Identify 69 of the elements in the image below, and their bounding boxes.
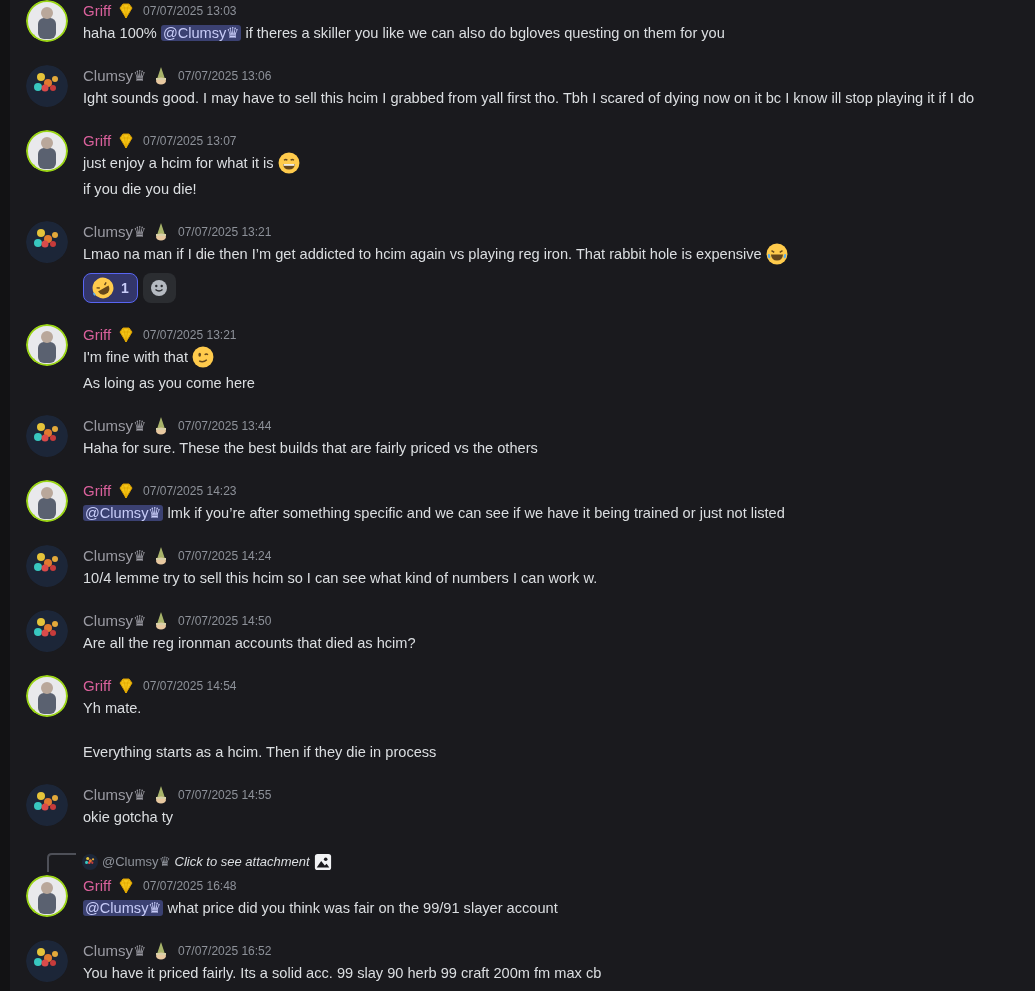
author-name[interactable]: Griff xyxy=(83,0,112,23)
author-name[interactable]: Clumsy♛ xyxy=(83,220,146,244)
reply-line xyxy=(46,850,78,874)
avatar xyxy=(26,130,68,172)
avatar xyxy=(26,940,68,982)
small-avatar xyxy=(82,854,98,870)
timestamp: 07/07/2025 14:50 xyxy=(178,613,272,630)
message-text: Lmao na man if I die then I’m get addicted to hcim again vs playing reg iron. That rabbit hole is expensive xyxy=(83,243,1035,265)
timestamp: 07/07/2025 14:55 xyxy=(178,787,272,804)
timestamp: 07/07/2025 16:48 xyxy=(143,878,237,895)
avatar xyxy=(26,65,68,107)
timestamp: 07/07/2025 14:23 xyxy=(143,483,237,500)
avatar xyxy=(26,610,68,652)
reply-preview[interactable]: Click to see attachment xyxy=(174,852,310,872)
grinning-face-icon xyxy=(277,152,300,174)
avatar xyxy=(26,480,68,522)
image-icon xyxy=(313,853,332,871)
message-text: Yh mate. Everything starts as a hcim. Then if they die in process xyxy=(83,699,438,762)
avatar xyxy=(26,0,68,42)
author-name[interactable]: Clumsy♛ xyxy=(83,939,146,963)
author-name[interactable]: Griff xyxy=(83,674,112,698)
reaction-button[interactable]: 1 xyxy=(83,273,138,303)
avatar xyxy=(26,545,68,587)
avatar xyxy=(26,675,68,717)
avatar xyxy=(26,221,68,263)
message-text: Ight sounds good. I may have to sell this hcim I grabbed from yall first tho. Tbh I scared of dying now on it bc I know ill stop playing it if I do xyxy=(83,89,976,108)
author-name[interactable]: Clumsy♛ xyxy=(83,609,146,633)
timestamp: 07/07/2025 16:52 xyxy=(178,943,272,960)
rolling-laughing-face-icon xyxy=(92,277,114,299)
avatar xyxy=(26,784,68,826)
message-text: Haha for sure. These the best builds that are fairly priced vs the others xyxy=(83,439,539,458)
message-text: Are all the reg ironman accounts that died as hcim? xyxy=(83,634,417,653)
author-name[interactable]: Griff xyxy=(83,479,112,503)
avatar xyxy=(26,324,68,366)
message-text: haha 100% @Clumsy♛ if theres a skiller you like we can also do bgloves questing on them for you xyxy=(83,24,726,43)
avatar xyxy=(26,875,68,917)
author-name[interactable]: Griff xyxy=(83,129,112,153)
message-text: You have it priced fairly. Its a solid acc. 99 slay 90 herb 99 craft 200m fm max cb xyxy=(83,964,603,983)
reply-author[interactable]: @Clumsy♛ xyxy=(102,852,171,872)
author-name[interactable]: Clumsy♛ xyxy=(83,544,146,568)
author-name[interactable]: Clumsy♛ xyxy=(83,64,146,88)
message-text: @Clumsy♛ lmk if you’re after something specific and we can see if we have it being trained or just not listed xyxy=(83,504,786,523)
avatar xyxy=(26,415,68,457)
message-text: okie gotcha ty xyxy=(83,808,175,827)
message-text: As loing as you come here xyxy=(83,374,256,393)
message-text: 10/4 lemme try to sell this hcim so I can see what kind of numbers I can work w. xyxy=(83,569,599,588)
mention[interactable]: @Clumsy♛ xyxy=(160,25,242,41)
add-reaction-button[interactable] xyxy=(142,273,176,303)
message-text: I'm fine with that xyxy=(83,346,1035,368)
timestamp: 07/07/2025 14:54 xyxy=(143,678,237,695)
timestamp: 07/07/2025 13:21 xyxy=(143,327,237,344)
timestamp: 07/07/2025 13:03 xyxy=(143,3,237,20)
message-text: just enjoy a hcim for what it is xyxy=(83,152,1035,174)
author-name[interactable]: Clumsy♛ xyxy=(83,783,146,807)
timestamp: 07/07/2025 13:07 xyxy=(143,133,237,150)
smiley-icon xyxy=(149,278,170,298)
author-name[interactable]: Griff xyxy=(83,874,112,898)
winking-face-icon xyxy=(192,346,215,368)
message-text: @Clumsy♛ what price did you think was fair on the 99/91 slayer account xyxy=(83,899,559,918)
message-text: if you die you die! xyxy=(83,180,198,199)
laughing-tears-face-icon xyxy=(765,243,788,265)
mention[interactable]: @Clumsy♛ xyxy=(83,900,164,916)
timestamp: 07/07/2025 13:21 xyxy=(178,224,272,241)
timestamp: 07/07/2025 14:24 xyxy=(178,548,272,565)
mention[interactable]: @Clumsy♛ xyxy=(83,505,164,521)
timestamp: 07/07/2025 13:44 xyxy=(178,418,272,435)
author-name[interactable]: Clumsy♛ xyxy=(83,414,146,438)
timestamp: 07/07/2025 13:06 xyxy=(178,68,272,85)
author-name[interactable]: Griff xyxy=(83,323,112,347)
